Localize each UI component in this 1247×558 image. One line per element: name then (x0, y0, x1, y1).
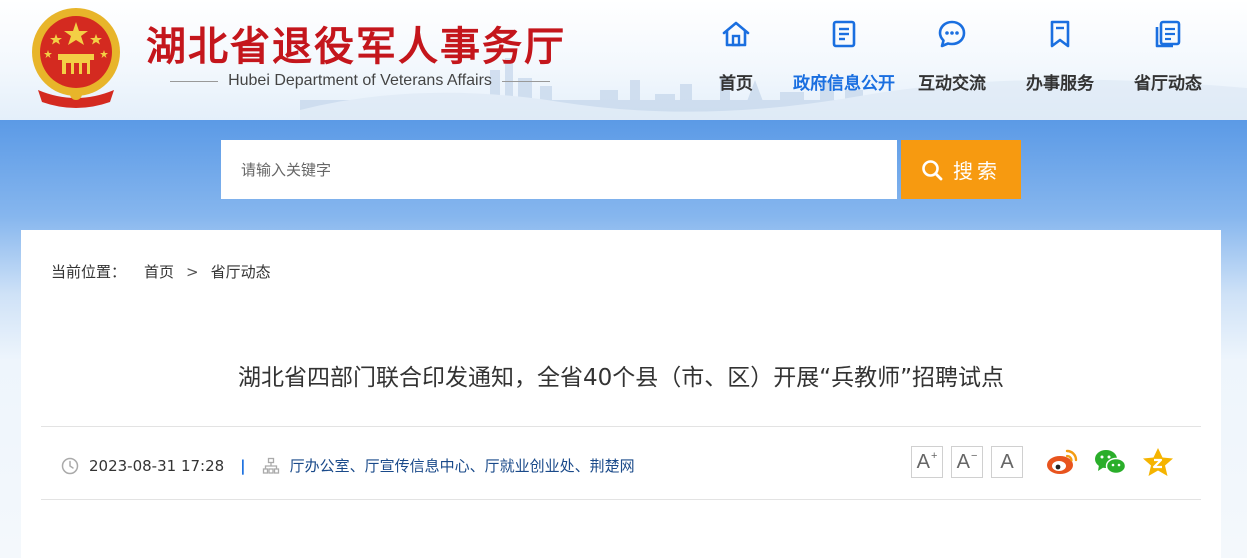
publish-datetime: 2023-08-31 17:28 (89, 456, 225, 475)
home-icon (722, 21, 750, 47)
favorite-star-icon[interactable] (1141, 446, 1175, 478)
nav-item-services[interactable]: 办事服务 (1006, 0, 1114, 120)
breadcrumb-home-link[interactable]: 首页 (144, 261, 174, 282)
subtitle-rule-right (501, 80, 551, 82)
breadcrumb-prefix: 当前位置： (51, 263, 127, 281)
wechat-icon[interactable] (1093, 446, 1127, 478)
font-size-decrease-button[interactable]: A − (951, 446, 983, 478)
font-default-label: A (1000, 450, 1014, 473)
article-card: 当前位置： 首页 > 省厅动态 湖北省四部门联合印发通知，全省40个县（市、区）… (21, 230, 1221, 558)
nav-item-interaction[interactable]: 互动交流 (898, 0, 1006, 120)
site-header: 湖北省退役军人事务厅 Hubei Department of Veterans … (0, 0, 1247, 120)
bookmark-icon (1050, 20, 1070, 48)
search-input[interactable] (221, 140, 897, 199)
nav-label-home: 首页 (719, 74, 753, 94)
nav-label-interaction: 互动交流 (918, 74, 986, 94)
article-meta-info: 2023-08-31 17:28 | 厅办公室、厅宣传信息中心、厅就业创业处、荆… (61, 455, 635, 476)
chat-bubble-icon (938, 20, 966, 48)
nav-label-news: 省厅动态 (1134, 74, 1202, 94)
search-icon (922, 159, 943, 180)
clock-icon (61, 457, 79, 474)
subtitle-rule-left (170, 80, 219, 82)
national-emblem-logo (32, 8, 120, 108)
font-size-increase-button[interactable]: A + (911, 446, 943, 478)
article-meta-bar: 2023-08-31 17:28 | 厅办公室、厅宣传信息中心、厅就业创业处、荆… (41, 426, 1201, 500)
font-size-default-button[interactable]: A (991, 446, 1023, 478)
article-sources: 厅办公室、厅宣传信息中心、厅就业创业处、荆楚网 (289, 457, 635, 475)
weibo-icon[interactable] (1045, 446, 1079, 478)
nav-label-services: 办事服务 (1026, 74, 1094, 94)
nav-label-gov-info: 政府信息公开 (793, 74, 895, 94)
main-nav: 首页 政府信息公开 互动交流 办事服务 省厅动态 (682, 0, 1222, 120)
site-subtitle-row: Hubei Department of Veterans Affairs (170, 70, 551, 92)
plus-glyph: + (930, 450, 938, 462)
breadcrumb-separator: > (186, 262, 199, 281)
font-increase-label: A (916, 450, 930, 473)
nav-item-home[interactable]: 首页 (682, 0, 790, 120)
organization-icon (262, 457, 279, 474)
news-pages-icon (1155, 20, 1181, 48)
search-button-label: 搜索 (953, 159, 1001, 183)
breadcrumb-news-link[interactable]: 省厅动态 (211, 261, 271, 282)
breadcrumb: 当前位置： 首页 > 省厅动态 (51, 261, 271, 282)
document-list-icon (832, 20, 856, 48)
search-button[interactable]: 搜索 (901, 140, 1021, 199)
nav-item-gov-info[interactable]: 政府信息公开 (790, 0, 898, 120)
article-title: 湖北省四部门联合印发通知，全省40个县（市、区）开展“兵教师”招聘试点 (237, 365, 1005, 391)
site-title: 湖北省退役军人事务厅 (146, 24, 566, 70)
font-decrease-label: A (956, 450, 970, 473)
meta-divider: | (240, 456, 246, 475)
site-subtitle: Hubei Department of Veterans Affairs (228, 72, 492, 89)
nav-item-news[interactable]: 省厅动态 (1114, 0, 1222, 120)
minus-glyph: − (970, 450, 978, 462)
